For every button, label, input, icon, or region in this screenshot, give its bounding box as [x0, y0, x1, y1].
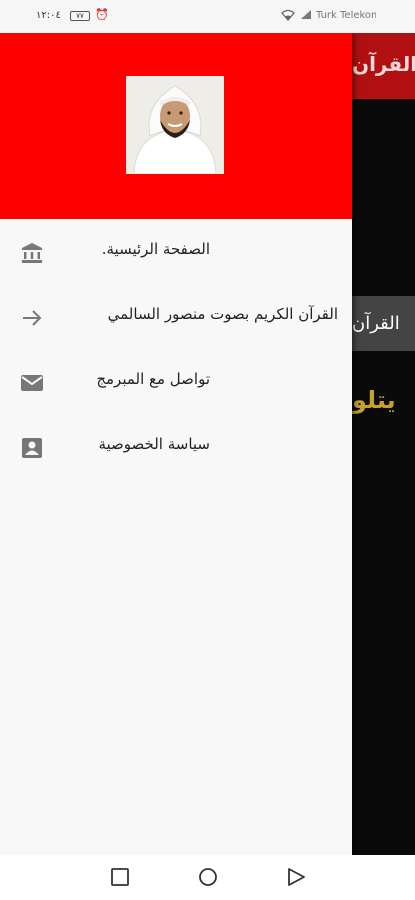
home-circle-icon[interactable]	[198, 867, 218, 887]
carrier-name: Turk Telekom	[316, 10, 376, 21]
contact-card-icon	[20, 436, 44, 460]
arrow-right-icon	[20, 306, 44, 330]
navigation-drawer: الصفحة الرئيسية. القرآن الكريم بصوت منصو…	[0, 33, 352, 855]
wifi-icon	[281, 9, 295, 24]
system-nav-bar	[0, 855, 415, 900]
app-toolbar-title: القرآن	[352, 52, 415, 76]
menu-item-contact-developer[interactable]: تواصل مع المبرمج	[0, 349, 352, 414]
avatar	[126, 76, 224, 174]
menu-item-label: تواصل مع المبرمج	[96, 370, 210, 388]
menu-item-label: القرآن الكريم بصوت منصور السالمي	[107, 305, 338, 323]
status-time: ١٢:٠٤	[36, 10, 61, 21]
battery-icon: ٧٧	[70, 11, 90, 21]
app-card-text: القرآن	[352, 313, 400, 334]
recents-square-icon[interactable]	[110, 867, 130, 887]
menu-item-quran[interactable]: القرآن الكريم بصوت منصور السالمي	[0, 284, 352, 349]
menu-item-label: سياسة الخصوصية	[98, 435, 210, 453]
menu-item-label: الصفحة الرئيسية.	[101, 240, 210, 258]
status-bar: ١٢:٠٤ ٧٧ ⏰ Turk Telekom	[0, 0, 415, 33]
back-triangle-icon[interactable]	[286, 867, 306, 887]
menu-item-privacy-policy[interactable]: سياسة الخصوصية	[0, 414, 352, 479]
alarm-icon: ⏰	[95, 8, 109, 21]
menu-item-home[interactable]: الصفحة الرئيسية.	[0, 219, 352, 284]
app-subtitle: يتلو	[352, 386, 396, 414]
drawer-header	[0, 33, 352, 219]
drawer-menu: الصفحة الرئيسية. القرآن الكريم بصوت منصو…	[0, 219, 352, 479]
signal-icon	[300, 9, 312, 23]
bank-icon	[20, 241, 44, 265]
mail-icon	[20, 371, 44, 395]
